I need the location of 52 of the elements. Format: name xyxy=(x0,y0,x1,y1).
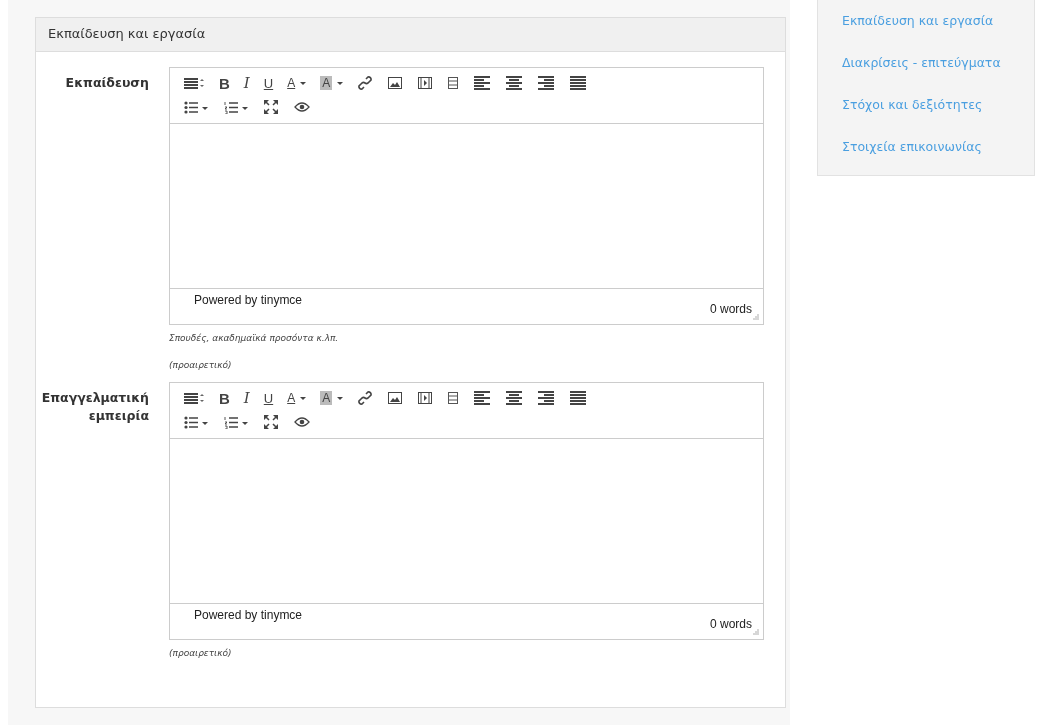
powered-by-text: Powered by tinymce xyxy=(194,293,303,307)
powered-by-text: Powered by tinymce xyxy=(194,608,303,622)
bold-button[interactable]: B xyxy=(212,72,237,94)
align-right-icon xyxy=(538,76,555,90)
paragraph-format-icon xyxy=(184,77,204,89)
eye-icon xyxy=(294,102,310,112)
fullscreen-icon xyxy=(264,100,278,114)
numbered-list-icon xyxy=(224,415,248,429)
field-label: Επαγγελματική εμπειρία xyxy=(40,389,150,425)
background-color-button[interactable]: A xyxy=(313,387,351,409)
paragraph-format-icon xyxy=(184,392,204,404)
link-icon xyxy=(358,391,373,405)
film-icon xyxy=(418,392,433,404)
underline-button[interactable]: U xyxy=(256,387,281,409)
help-text: Σπουδές, ακαδημαϊκά προσόντα κ.λπ. xyxy=(169,332,340,345)
background-color-button[interactable]: A xyxy=(313,72,351,94)
bold-button[interactable]: B xyxy=(212,387,237,409)
caret-icon xyxy=(300,396,307,400)
resize-handle-icon xyxy=(753,314,759,320)
align-left-icon xyxy=(474,76,491,90)
help-text: (προαιρετικό) xyxy=(169,359,233,372)
align-justify-icon xyxy=(570,76,587,90)
bullet-list-icon xyxy=(184,100,208,114)
italic-button[interactable]: I xyxy=(236,72,257,94)
align-center-icon xyxy=(506,76,523,90)
link-icon xyxy=(358,76,373,90)
caret-icon xyxy=(337,396,344,400)
text-color-button[interactable]: A xyxy=(280,72,314,94)
align-right-icon xyxy=(538,391,555,405)
eye-icon xyxy=(294,417,310,427)
help-text: (προαιρετικό) xyxy=(169,647,233,660)
template-icon xyxy=(448,392,459,404)
text-color-button[interactable]: A xyxy=(280,387,314,409)
align-left-icon xyxy=(474,391,491,405)
panel-title: Εκπαίδευση και εργασία xyxy=(36,18,785,52)
image-icon xyxy=(388,77,403,89)
word-count: 0 words xyxy=(709,617,752,631)
numbered-list-icon xyxy=(224,100,248,114)
bullet-list-icon xyxy=(184,415,208,429)
caret-icon xyxy=(337,81,344,85)
underline-button[interactable]: U xyxy=(256,72,281,94)
word-count: 0 words xyxy=(709,302,752,316)
fullscreen-icon xyxy=(264,415,278,429)
image-icon xyxy=(388,392,403,404)
caret-icon xyxy=(300,81,307,85)
italic-button[interactable]: I xyxy=(236,387,257,409)
align-justify-icon xyxy=(570,391,587,405)
film-icon xyxy=(418,77,433,89)
field-label: Εκπαίδευση xyxy=(64,74,150,92)
template-icon xyxy=(448,77,459,89)
align-center-icon xyxy=(506,391,523,405)
resize-handle-icon xyxy=(753,629,759,635)
